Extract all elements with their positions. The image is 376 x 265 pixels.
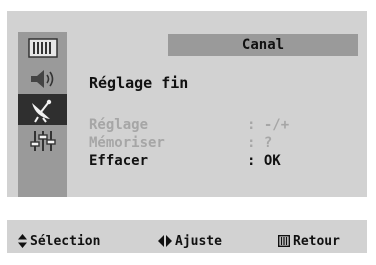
equalizer-icon [29, 130, 56, 151]
sidebar-item-channel[interactable] [18, 94, 67, 125]
help-adjust: Ajuste [158, 234, 278, 249]
menu-item-effacer[interactable]: Effacer : OK [89, 153, 281, 169]
help-adjust-label: Ajuste [175, 233, 222, 249]
left-right-arrows-icon [158, 235, 172, 247]
speaker-icon [30, 69, 53, 88]
help-return: Retour [278, 234, 340, 249]
menu-item-label: Mémoriser [89, 135, 165, 151]
menu-title: Canal [168, 34, 358, 56]
menu-item-label: Effacer [89, 153, 149, 169]
sidebar [18, 32, 67, 197]
menu-icon [278, 235, 290, 247]
sidebar-item-sound[interactable] [18, 63, 67, 94]
help-bar: Sélection Ajuste Retour [18, 232, 363, 250]
menu-item-value: : -/+ [247, 117, 290, 133]
menu-item-value: : OK [247, 153, 281, 169]
picture-icon [27, 37, 58, 58]
divider-band [7, 197, 367, 220]
content-area [67, 32, 358, 197]
help-select-label: Sélection [30, 233, 101, 249]
menu-item-value: : ? [247, 135, 273, 151]
menu-item-label: Réglage [89, 117, 149, 133]
sidebar-item-setup[interactable] [18, 125, 67, 156]
page-title: Réglage fin [89, 74, 189, 92]
help-return-label: Retour [293, 233, 340, 249]
help-select: Sélection [18, 234, 158, 249]
antenna-icon [31, 99, 51, 123]
menu-item-memoriser[interactable]: Mémoriser : ? [89, 135, 272, 151]
up-down-arrows-icon [18, 234, 27, 248]
sidebar-item-picture[interactable] [18, 32, 67, 63]
menu-item-reglage[interactable]: Réglage : -/+ [89, 117, 289, 133]
